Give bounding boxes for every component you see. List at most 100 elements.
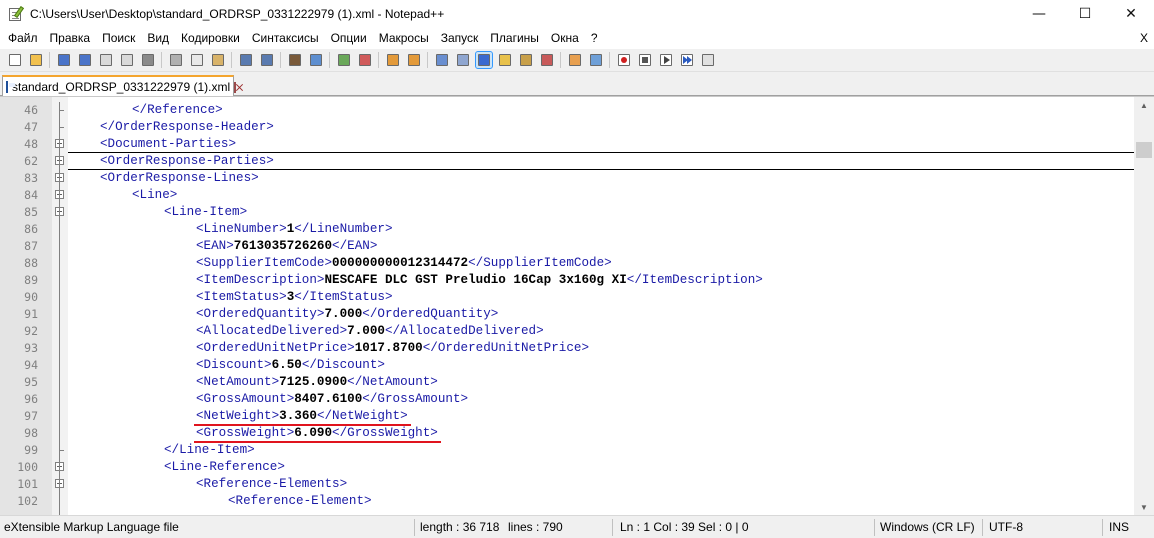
code-text: <Line> [132,187,177,204]
menu-item[interactable]: Файл [2,28,44,48]
code-line[interactable]: 46 </Reference> [0,102,1134,119]
save-icon[interactable] [56,52,72,68]
maximize-button[interactable]: ☐ [1062,0,1108,27]
code-line[interactable]: 100 <Line-Reference> [0,459,1134,476]
code-line[interactable]: 95 <NetAmount>7125.0900</NetAmount> [0,374,1134,391]
code-line[interactable]: 89 <ItemDescription>NESCAFE DLC GST Prelu… [0,272,1134,289]
save-macro-icon-glyph [701,54,714,66]
save-macro-icon[interactable] [700,52,716,68]
cut-icon[interactable] [168,52,184,68]
code-line[interactable]: 48 <Document-Parties> [0,136,1134,153]
run-macro-multiple-icon[interactable] [679,52,695,68]
code-line[interactable]: 83 <OrderResponse-Lines> [0,170,1134,187]
code-line[interactable]: 98 <GrossWeight>6.090</GrossWeight> [0,425,1134,442]
scroll-thumb[interactable] [1136,142,1152,158]
copy-icon[interactable] [189,52,205,68]
menu-item[interactable]: Окна [545,28,585,48]
menu-item[interactable]: Макросы [373,28,435,48]
code-line[interactable]: 88 <SupplierItemCode>000000000012314472</… [0,255,1134,272]
new-file-icon[interactable] [7,52,23,68]
menu-item[interactable]: Вид [141,28,175,48]
toolbar-separator [560,52,561,68]
function-list-icon[interactable] [539,52,555,68]
menu-item[interactable]: Опции [325,28,373,48]
undo-icon[interactable] [238,52,254,68]
xml-tag: <NetAmount> [196,375,280,389]
close-window-button[interactable]: ✕ [1108,0,1154,27]
code-line[interactable]: 85 <Line-Item> [0,204,1134,221]
udl-icon[interactable] [497,52,513,68]
xml-value: 8407.6100 [294,392,363,406]
fold-end-marker [59,450,64,451]
xml-tag: <OrderResponse-Parties> [100,154,274,168]
scroll-up-arrow-icon[interactable]: ▲ [1134,97,1154,114]
code-line[interactable]: 97 <NetWeight>3.360</NetWeight> [0,408,1134,425]
xml-tag: <Document-Parties> [100,137,237,151]
tab-document[interactable]: standard_ORDRSP_0331222979 (1).xml [2,75,237,97]
code-line[interactable]: 92 <AllocatedDelivered>7.000</AllocatedDe… [0,323,1134,340]
menu-item[interactable]: Синтаксисы [246,28,325,48]
replace-icon[interactable] [308,52,324,68]
menu-item[interactable]: Кодировки [175,28,246,48]
code-line[interactable]: 94 <Discount>6.50</Discount> [0,357,1134,374]
code-line[interactable]: 91 <OrderedQuantity>7.000</OrderedQuantit… [0,306,1134,323]
editor-area[interactable]: ▲ ▼ 46 </Reference> 47 </OrderResponse-Head… [0,96,1154,527]
code-line[interactable]: 102 <Reference-Element> [0,493,1134,510]
menu-item[interactable]: Запуск [435,28,485,48]
line-number: 94 [24,358,38,372]
xml-value: 7125.0900 [279,375,348,389]
menu-item[interactable]: Плагины [484,28,545,48]
code-text: <Document-Parties> [100,136,236,153]
find-icon[interactable] [287,52,303,68]
xml-tag: <OrderResponse-Lines> [100,171,259,185]
open-file-icon[interactable] [28,52,44,68]
paste-icon[interactable] [210,52,226,68]
code-text: <SupplierItemCode>000000000012314472</Su… [196,255,612,272]
monitoring-icon[interactable] [588,52,604,68]
line-number: 62 [24,154,38,168]
code-line[interactable]: 99 </Line-Item> [0,442,1134,459]
code-line[interactable]: 101 <Reference-Elements> [0,476,1134,493]
tab-close-icon[interactable] [234,81,237,93]
sync-v-icon[interactable] [385,52,401,68]
code-line[interactable]: 96 <GrossAmount>8407.6100</GrossAmount> [0,391,1134,408]
xml-tag: <Discount> [196,358,272,372]
new-file-icon-glyph [8,54,21,66]
record-macro-icon-glyph [617,54,630,66]
redo-icon[interactable] [259,52,275,68]
menu-item[interactable]: Поиск [96,28,141,48]
code-line[interactable]: 84 <Line> [0,187,1134,204]
vertical-scrollbar[interactable]: ▲ ▼ [1134,97,1154,516]
xml-value: 7.000 [347,324,385,338]
code-line[interactable]: 87 <EAN>7613035726260</EAN> [0,238,1134,255]
minimize-button[interactable]: — [1016,0,1062,27]
indent-guide-icon[interactable] [474,51,493,69]
close-document-button[interactable]: X [1140,27,1148,49]
print-icon[interactable] [140,52,156,68]
close-icon[interactable] [98,52,114,68]
code-line[interactable]: 90 <ItemStatus>3</ItemStatus> [0,289,1134,306]
show-all-chars-icon[interactable] [455,52,471,68]
zoom-out-icon[interactable] [357,52,373,68]
stop-record-icon[interactable] [637,52,653,68]
zoom-in-icon[interactable] [336,52,352,68]
code-line[interactable]: 62 <OrderResponse-Parties> [0,153,1134,170]
code-line[interactable]: 86 <LineNumber>1</LineNumber> [0,221,1134,238]
code-line[interactable]: 47 </OrderResponse-Header> [0,119,1134,136]
folder-workspace-icon[interactable] [567,52,583,68]
doc-map-icon[interactable] [518,52,534,68]
play-macro-icon[interactable] [658,52,674,68]
notepad-plus-plus-icon [8,5,25,22]
menu-item[interactable]: ? [585,28,604,48]
xml-value: NESCAFE DLC GST Preludio 16Cap 3x160g XI [324,273,627,287]
line-number: 88 [24,256,38,270]
xml-tag: <OrderedQuantity> [196,307,325,321]
scroll-down-arrow-icon[interactable]: ▼ [1134,499,1154,516]
word-wrap-icon[interactable] [434,52,450,68]
record-macro-icon[interactable] [616,52,632,68]
code-line[interactable]: 93 <OrderedUnitNetPrice>1017.8700</Ordere… [0,340,1134,357]
save-all-icon[interactable] [77,52,93,68]
sync-h-icon[interactable] [406,52,422,68]
menu-item[interactable]: Правка [44,28,97,48]
close-all-icon[interactable] [119,52,135,68]
